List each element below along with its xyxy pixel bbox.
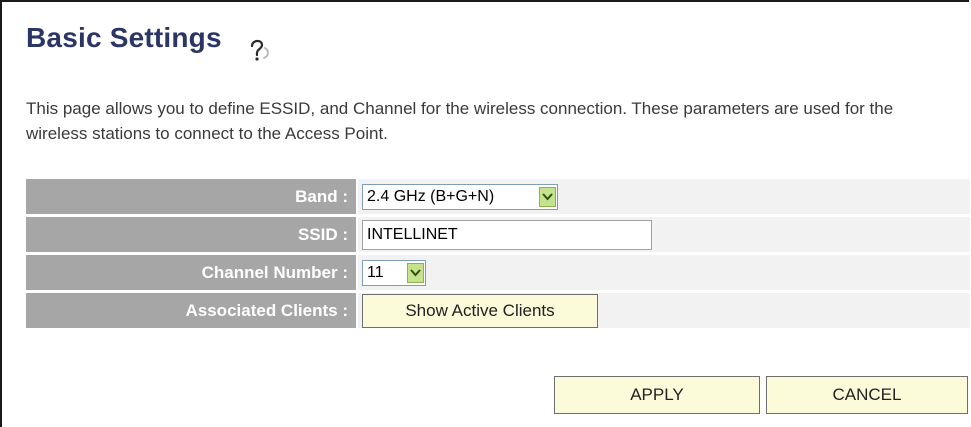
clients-row: Associated Clients : Show Active Clients (26, 293, 970, 328)
ssid-label: SSID : (26, 217, 358, 252)
band-label: Band : (26, 179, 358, 214)
chevron-down-icon[interactable] (407, 262, 424, 283)
ssid-row: SSID : (26, 217, 970, 252)
channel-cell: 11 (358, 255, 970, 290)
channel-row: Channel Number : 11 (26, 255, 970, 290)
settings-form: Band : 2.4 GHz (B+G+N) SSID : Channel Nu… (26, 176, 970, 331)
help-icon[interactable] (246, 36, 274, 62)
band-cell: 2.4 GHz (B+G+N) (358, 179, 970, 214)
apply-button[interactable]: APPLY (554, 376, 760, 414)
band-row: Band : 2.4 GHz (B+G+N) (26, 179, 970, 214)
ssid-cell (358, 217, 970, 252)
clients-cell: Show Active Clients (358, 293, 970, 328)
channel-select[interactable]: 11 (362, 259, 426, 286)
channel-label: Channel Number : (26, 255, 358, 290)
page-title: Basic Settings (26, 22, 222, 53)
band-select[interactable]: 2.4 GHz (B+G+N) (362, 183, 558, 210)
chevron-down-icon[interactable] (539, 186, 556, 207)
ssid-input[interactable] (362, 219, 652, 250)
channel-select-value: 11 (367, 263, 384, 281)
settings-panel: Basic Settings This page allows you to d… (0, 0, 970, 427)
show-active-clients-button[interactable]: Show Active Clients (362, 293, 598, 328)
cancel-button[interactable]: CANCEL (766, 376, 968, 414)
clients-label: Associated Clients : (26, 293, 358, 328)
band-select-value: 2.4 GHz (B+G+N) (367, 187, 495, 205)
page-description: This page allows you to define ESSID, an… (26, 99, 894, 143)
